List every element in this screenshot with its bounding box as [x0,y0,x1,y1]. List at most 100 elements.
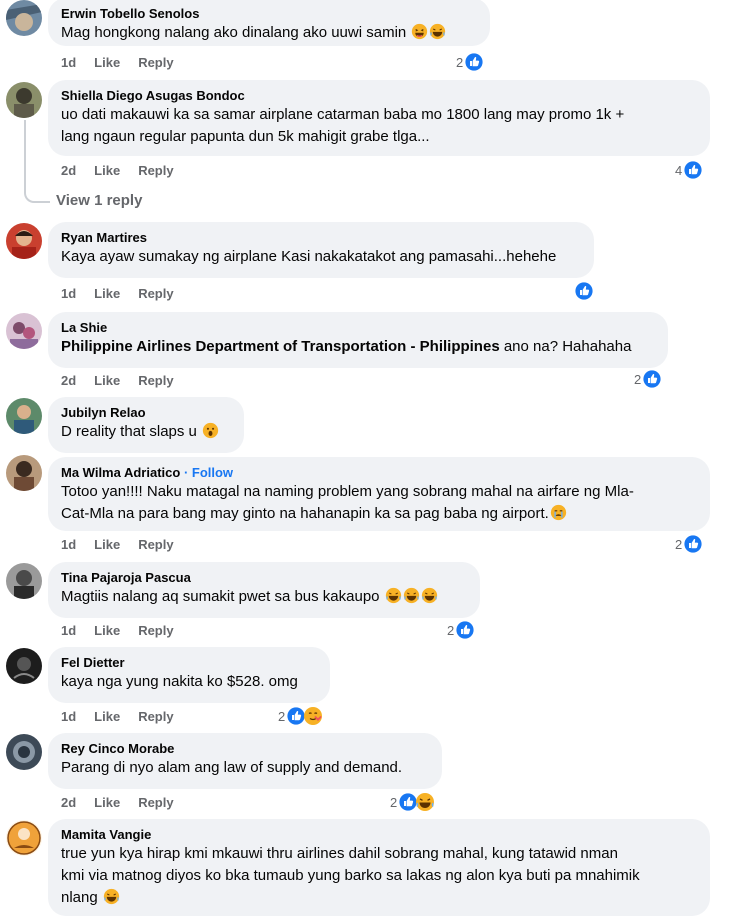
reply-button[interactable]: Reply [138,373,173,389]
reply-button[interactable]: Reply [138,623,173,639]
comment-bubble: Tina Pajaroja Pascua Magtiis nalang aq s… [48,562,480,618]
comment-actions: 1d Like Reply [61,286,174,302]
avatar[interactable] [6,734,42,770]
author-name[interactable]: Ma Wilma Adriatico [61,465,180,480]
reaction-summary[interactable]: 4 [675,160,703,180]
reply-button[interactable]: Reply [138,286,173,302]
like-button[interactable]: Like [94,163,120,179]
like-button[interactable]: Like [94,795,120,811]
comment-author: Ma Wilma Adriatico · Follow [61,464,697,481]
comment-text: Kaya ayaw sumakay ng airplane Kasi nakak… [61,248,557,265]
like-reaction-icon [642,369,662,389]
view-replies-link[interactable]: View 1 reply [56,192,142,209]
reaction-count: 2 [456,54,464,70]
avatar[interactable] [6,563,42,599]
reaction-count: 2 [675,536,683,552]
reaction-summary[interactable]: 2 [447,620,475,640]
comment-time[interactable]: 1d [61,623,76,639]
comment-text-line: kmi via matnog diyos ko bka tumaub yung … [61,867,640,884]
comment-text-line: Cat-Mla na para bang may ginto na hahana… [61,503,697,525]
haha-reaction-icon [415,792,435,812]
reply-button[interactable]: Reply [138,709,173,725]
like-button[interactable]: Like [94,55,120,71]
comment-actions: 2d Like Reply [61,373,174,389]
comment-text: kaya nga yung nakita ko $528. omg [61,673,298,690]
reply-button[interactable]: Reply [138,795,173,811]
like-button[interactable]: Like [94,286,120,302]
reaction-summary[interactable]: 2 [456,52,484,72]
comment-author[interactable]: Mamita Vangie [61,826,697,843]
comment-author[interactable]: Erwin Tobello Senolos [61,5,477,22]
reply-button[interactable]: Reply [138,163,173,179]
comment-bubble: Fel Dietter kaya nga yung nakita ko $528… [48,647,330,703]
comment-time[interactable]: 1d [61,709,76,725]
laughing-emoji-icon [429,23,446,40]
laughing-emoji-icon [103,888,120,905]
avatar[interactable] [6,82,42,118]
like-button[interactable]: Like [94,537,120,553]
avatar[interactable] [6,223,42,259]
avatar[interactable] [6,0,42,36]
reply-thread-line [24,120,50,203]
like-button[interactable]: Like [94,623,120,639]
follow-link[interactable]: · Follow [184,465,233,480]
comment-actions: 1d Like Reply [61,55,174,71]
comment-text: Mag hongkong nalang ako dinalang ako uuw… [61,22,477,44]
comment-bubble: Jubilyn Relao D reality that slaps u [48,397,244,453]
avatar[interactable] [6,398,42,434]
comment-text: Philippine Airlines Department of Transp… [61,338,632,355]
comment-text: Magtiis nalang aq sumakit pwet sa bus ka… [61,586,467,608]
reaction-summary[interactable]: 2 [390,792,435,812]
avatar[interactable] [6,820,42,856]
laughing-emoji-icon [421,587,438,604]
like-reaction-icon [574,281,594,301]
reaction-count: 2 [634,371,642,387]
reaction-count: 2 [447,622,455,638]
reaction-summary[interactable]: 2 [278,706,323,726]
comment-time[interactable]: 1d [61,537,76,553]
comment-text-line: uo dati makauwi ka sa samar airplane cat… [61,106,625,123]
avatar[interactable] [6,455,42,491]
mention-tag[interactable]: Philippine Airlines Department of Transp… [61,338,500,355]
comment-author[interactable]: Tina Pajaroja Pascua [61,569,467,586]
laughing-emoji-icon [411,23,428,40]
reaction-count: 4 [675,162,683,178]
comment-author[interactable]: Fel Dietter [61,654,317,671]
comment-text-line: nlang [61,887,697,909]
comment-bubble: Ryan Martires Kaya ayaw sumakay ng airpl… [48,222,594,278]
reaction-summary[interactable] [574,281,594,301]
like-reaction-icon [683,534,703,554]
like-button[interactable]: Like [94,373,120,389]
reply-button[interactable]: Reply [138,537,173,553]
comment-actions: 1d Like Reply [61,709,174,725]
comment-author[interactable]: Shiella Diego Asugas Bondoc [61,87,697,104]
comment-text-line: Totoo yan!!!! Naku matagal na naming pro… [61,483,634,500]
wow-emoji-icon [202,422,219,439]
comment-text: D reality that slaps u [61,421,231,443]
comment-author[interactable]: Rey Cinco Morabe [61,740,429,757]
crying-emoji-icon [550,504,567,521]
comment-bubble: Rey Cinco Morabe Parang di nyo alam ang … [48,733,442,789]
avatar[interactable] [6,648,42,684]
comment-bubble: Erwin Tobello Senolos Mag hongkong nalan… [48,0,490,46]
like-button[interactable]: Like [94,709,120,725]
comment-author[interactable]: Ryan Martires [61,229,581,246]
comment-actions: 2d Like Reply [61,163,174,179]
reaction-summary[interactable]: 2 [675,534,703,554]
like-reaction-icon [455,620,475,640]
reaction-summary[interactable]: 2 [634,369,662,389]
comment-time[interactable]: 2d [61,373,76,389]
comment-time[interactable]: 1d [61,55,76,71]
comment-time[interactable]: 2d [61,163,76,179]
reaction-count: 2 [278,708,286,724]
comment-text: Parang di nyo alam ang law of supply and… [61,759,403,776]
avatar[interactable] [6,313,42,349]
comment-bubble: Ma Wilma Adriatico · Follow Totoo yan!!!… [48,457,710,531]
comment-bubble: La Shie Philippine Airlines Department o… [48,312,668,368]
comment-author[interactable]: Jubilyn Relao [61,404,231,421]
comment-author[interactable]: La Shie [61,319,655,336]
reply-button[interactable]: Reply [138,55,173,71]
comment-time[interactable]: 1d [61,286,76,302]
comment-bubble: Shiella Diego Asugas Bondoc uo dati maka… [48,80,710,156]
comment-time[interactable]: 2d [61,795,76,811]
